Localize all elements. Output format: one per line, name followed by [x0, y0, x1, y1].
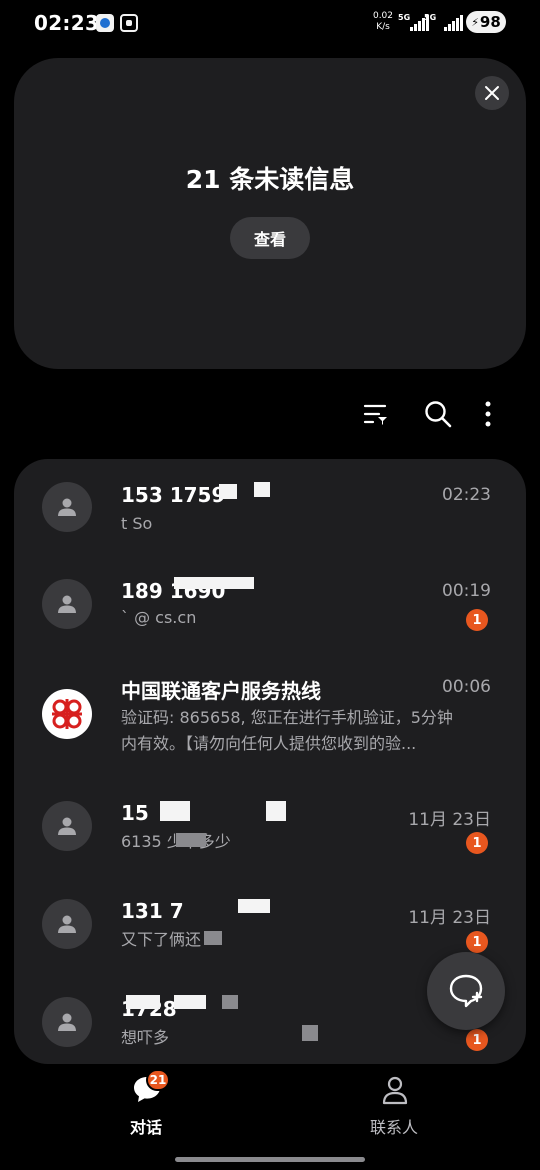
status-time: 02:23 [34, 11, 100, 35]
avatar [42, 997, 92, 1047]
avatar [42, 689, 92, 739]
conversation-name: 中国联通客户服务热线 [121, 679, 321, 703]
filter-icon [363, 404, 387, 425]
conversation-name: 153 1759 [121, 483, 226, 507]
more-icon [485, 401, 491, 427]
conversation-time: 00:19 [442, 581, 491, 601]
redaction-block [174, 577, 254, 589]
network-speed: 0.02 K/s [368, 11, 398, 33]
conversation-item[interactable]: 153 1759 02:23 t So [14, 459, 526, 559]
signal-sim2-icon: 5G [424, 13, 464, 33]
conversation-time: 11月 23日 [408, 810, 491, 830]
redaction-block [219, 484, 237, 499]
unread-badge: 1 [466, 609, 488, 631]
conversation-snippet: ` @ cs.cn [121, 608, 197, 627]
avatar [42, 579, 92, 629]
close-icon [485, 86, 499, 100]
person-icon [58, 595, 76, 613]
redaction-block [266, 801, 286, 821]
view-unread-button[interactable]: 查看 [230, 217, 310, 259]
redaction-block [254, 482, 270, 497]
person-icon [58, 1013, 76, 1031]
search-button[interactable] [422, 398, 454, 430]
redaction-block [222, 995, 238, 1009]
filter-button[interactable] [360, 398, 392, 430]
redaction-block [160, 801, 190, 821]
conversation-time: 00:06 [442, 677, 491, 697]
network-speed-unit: K/s [376, 22, 390, 32]
new-message-icon [449, 974, 483, 1008]
nav-contacts[interactable]: 联系人 [334, 1070, 454, 1140]
contacts-icon [382, 1076, 408, 1105]
app-notification-icon [96, 14, 114, 32]
nav-conversations-label: 对话 [129, 1118, 162, 1137]
conversation-snippet: 想吓多 [121, 1028, 170, 1047]
nav-contacts-label: 联系人 [369, 1118, 418, 1137]
conversation-name: 15 [121, 801, 149, 825]
nav-unread-badge: 21 [146, 1069, 170, 1091]
status-bar: 02:23 0.02 K/s 5G 5G ⚡ 98 [0, 0, 540, 46]
unread-count-title: 21 条未读信息 [185, 165, 355, 194]
conversation-item[interactable]: 15 11月 23日 6135 少下多少 1 [14, 777, 526, 877]
new-message-button[interactable] [427, 952, 505, 1030]
unread-banner: 21 条未读信息 查看 [14, 58, 526, 369]
home-indicator[interactable] [175, 1157, 365, 1162]
redaction-block [204, 931, 222, 945]
person-icon [58, 498, 76, 516]
search-icon [425, 401, 452, 428]
battery-indicator: ⚡ 98 [466, 11, 506, 33]
unread-badge: 1 [466, 832, 488, 854]
conversation-time: 02:23 [442, 485, 491, 505]
sim2-network-type: 5G [424, 13, 437, 22]
avatar [42, 899, 92, 949]
conversation-time: 11月 23日 [408, 908, 491, 928]
conversation-name: 131 7 [121, 899, 184, 923]
unread-badge: 1 [466, 931, 488, 953]
person-icon [58, 817, 76, 835]
conversation-snippet: t So [121, 514, 153, 533]
close-banner-button[interactable] [475, 76, 509, 110]
conversation-item[interactable]: 189 1690 00:19 ` @ cs.cn 1 [14, 555, 526, 655]
person-icon [58, 915, 76, 933]
redaction-block [174, 995, 206, 1009]
battery-level: 98 [479, 13, 501, 31]
charging-icon: ⚡ [471, 15, 479, 29]
redaction-block [126, 995, 160, 1009]
unread-badge: 1 [466, 1029, 488, 1051]
conversation-item[interactable]: 中国联通客户服务热线 00:06 验证码: 865658, 您正在进行手机验证，… [14, 651, 526, 771]
redaction-block [238, 899, 270, 913]
redaction-block [302, 1025, 318, 1041]
china-unicom-logo-icon [52, 699, 82, 729]
avatar [42, 801, 92, 851]
more-options-button[interactable] [472, 398, 504, 430]
redaction-block [176, 833, 206, 847]
conversation-snippet: 6135 少下多少 [121, 832, 231, 851]
conversation-snippet: 验证码: 865658, 您正在进行手机验证，5分钟内有效。【请勿向任何人提供您… [121, 708, 453, 753]
screenshot-notification-icon [120, 14, 138, 32]
avatar [42, 482, 92, 532]
sim1-network-type: 5G [398, 13, 411, 22]
conversation-snippet: 又下了俩还 [121, 930, 202, 949]
network-speed-value: 0.02 [372, 11, 394, 21]
